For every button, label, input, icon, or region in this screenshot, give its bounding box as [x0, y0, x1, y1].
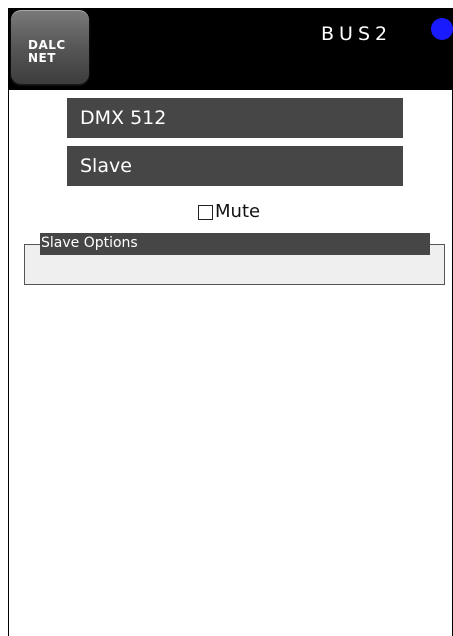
header-bar: DALC NET BUS2 [9, 8, 453, 90]
slave-options-legend: Slave Options [40, 233, 430, 255]
mute-label: Mute [215, 201, 261, 222]
bus-title: BUS2 [321, 23, 393, 45]
mute-checkbox[interactable] [198, 204, 213, 220]
status-indicator-icon [431, 18, 453, 40]
protocol-select[interactable]: DMX 512 [67, 98, 403, 138]
app-frame: DALC NET BUS2 DMX 512 Slave Mute Slave O… [8, 8, 453, 636]
mode-select[interactable]: Slave [67, 146, 403, 186]
mute-option[interactable]: Mute [198, 201, 260, 223]
logo-text-line2: NET [28, 51, 56, 65]
dalc-net-logo[interactable]: DALC NET [11, 10, 89, 84]
